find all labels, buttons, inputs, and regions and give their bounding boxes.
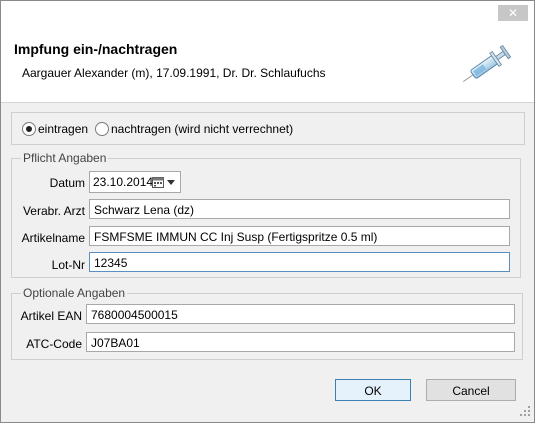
lot-number-label: Lot-Nr	[51, 258, 85, 272]
ean-field[interactable]: 7680004500015	[86, 304, 515, 324]
date-picker[interactable]: 23.10.2014	[89, 171, 181, 193]
radio-eintragen[interactable]	[22, 122, 36, 136]
dialog-header: Impfung ein-/nachtragen Aargauer Alexand…	[1, 30, 534, 103]
lot-number-value: 12345	[94, 256, 128, 270]
radio-eintragen-label[interactable]: eintragen	[38, 122, 88, 136]
radio-nachtragen-label[interactable]: nachtragen (wird nicht verrechnet)	[111, 122, 293, 136]
ean-label: Artikel EAN	[20, 309, 82, 323]
optional-group-title: Optionale Angaben	[21, 286, 128, 300]
doctor-label: Verabr. Arzt	[22, 204, 85, 218]
article-name-label: Artikelname	[21, 231, 85, 245]
title-bar[interactable]: ✕	[1, 1, 534, 30]
chevron-down-icon[interactable]	[167, 180, 175, 185]
syringe-icon	[462, 44, 512, 83]
article-name-field[interactable]: FSMFSME IMMUN CC Inj Susp (Fertigspritze…	[89, 226, 510, 246]
dialog-window: ✕ Impfung ein-/nachtragen Aargauer Alexa…	[0, 0, 535, 423]
ok-button[interactable]: OK	[335, 379, 411, 401]
date-label: Datum	[49, 176, 85, 190]
required-group-title: Pflicht Angaben	[21, 151, 109, 165]
mode-selector: eintragen nachtragen (wird nicht verrech…	[11, 112, 525, 145]
resize-grip-icon[interactable]	[519, 405, 531, 417]
close-button[interactable]: ✕	[498, 5, 528, 21]
dialog-title: Impfung ein-/nachtragen	[14, 41, 178, 57]
atc-code-field[interactable]: J07BA01	[86, 332, 515, 352]
lot-number-field[interactable]: 12345	[89, 252, 510, 272]
radio-nachtragen[interactable]	[95, 122, 109, 136]
atc-code-label: ATC-Code	[26, 337, 82, 351]
date-value: 23.10.2014	[93, 175, 154, 189]
doctor-field[interactable]: Schwarz Lena (dz)	[89, 199, 510, 219]
cancel-button[interactable]: Cancel	[426, 379, 516, 401]
calendar-icon[interactable]	[152, 176, 164, 188]
patient-info: Aargauer Alexander (m), 17.09.1991, Dr. …	[22, 66, 326, 80]
